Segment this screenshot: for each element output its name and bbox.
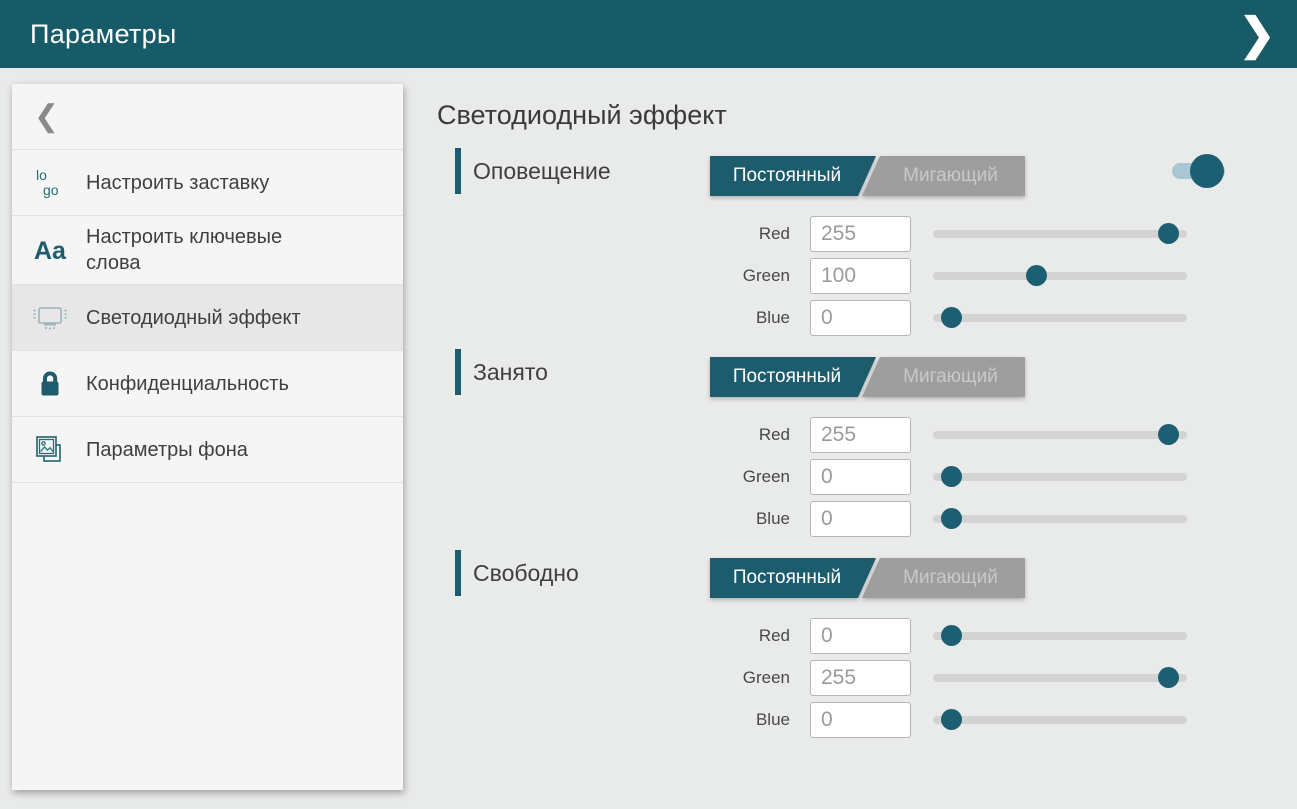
mode-option-blinking[interactable]: Мигающий	[862, 558, 1025, 598]
slider-thumb[interactable]	[941, 307, 962, 328]
svg-text:lo: lo	[36, 167, 47, 183]
svg-text:go: go	[43, 182, 59, 198]
slider-row-red: Red	[437, 417, 1197, 453]
slider-row-blue: Blue	[437, 501, 1197, 537]
blue-value-input[interactable]	[810, 702, 911, 738]
red-value-input[interactable]	[810, 417, 911, 453]
green-slider[interactable]	[933, 258, 1187, 294]
slider-label: Green	[437, 266, 790, 286]
sidebar-item-label: Настроить ключевые слова	[86, 224, 316, 276]
slider-label: Blue	[437, 509, 790, 529]
sidebar-item-led-effect[interactable]: Светодиодный эффект	[12, 285, 403, 351]
slider-track	[933, 632, 1187, 640]
section-accent-bar	[455, 349, 461, 395]
section-accent-bar	[455, 148, 461, 194]
slider-row-blue: Blue	[437, 702, 1197, 738]
slider-thumb[interactable]	[941, 625, 962, 646]
mode-segmented-control: Постоянный Мигающий	[710, 558, 1025, 598]
blue-slider[interactable]	[933, 501, 1187, 537]
logo-icon: lo go	[30, 165, 70, 201]
keywords-icon: Aa	[30, 232, 70, 268]
slider-row-green: Green	[437, 258, 1197, 294]
sidebar-item-label: Настроить заставку	[86, 170, 269, 196]
slider-row-green: Green	[437, 459, 1197, 495]
section-busy: Занято Постоянный Мигающий Red Green Blu…	[437, 349, 1207, 549]
blue-value-input[interactable]	[810, 300, 911, 336]
green-value-input[interactable]	[810, 660, 911, 696]
content-title: Светодиодный эффект	[437, 100, 727, 131]
toggle-knob	[1190, 154, 1224, 188]
red-slider[interactable]	[933, 417, 1187, 453]
slider-row-blue: Blue	[437, 300, 1197, 336]
mode-segmented-control: Постоянный Мигающий	[710, 357, 1025, 397]
page-title: Параметры	[30, 19, 177, 50]
section-name: Занято	[473, 349, 548, 395]
section-alert: Оповещение Постоянный Мигающий Red Green…	[437, 148, 1207, 348]
alert-enabled-toggle[interactable]	[1172, 163, 1225, 179]
green-slider[interactable]	[933, 660, 1187, 696]
section-name: Свободно	[473, 550, 579, 596]
green-value-input[interactable]	[810, 459, 911, 495]
slider-row-green: Green	[437, 660, 1197, 696]
mode-option-constant[interactable]: Постоянный	[710, 558, 876, 598]
green-value-input[interactable]	[810, 258, 911, 294]
slider-row-red: Red	[437, 618, 1197, 654]
settings-sidebar: ❮ lo go Настроить заставку Aa Настроить …	[12, 84, 403, 790]
slider-row-red: Red	[437, 216, 1197, 252]
red-slider[interactable]	[933, 216, 1187, 252]
sidebar-item-splash-screen[interactable]: lo go Настроить заставку	[12, 150, 403, 216]
slider-track	[933, 674, 1187, 682]
background-images-icon	[30, 432, 70, 468]
slider-thumb[interactable]	[1026, 265, 1047, 286]
slider-track	[933, 473, 1187, 481]
led-screen-icon	[30, 300, 70, 336]
slider-thumb[interactable]	[1158, 424, 1179, 445]
sidebar-item-keywords[interactable]: Aa Настроить ключевые слова	[12, 216, 403, 285]
slider-thumb[interactable]	[1158, 667, 1179, 688]
slider-thumb[interactable]	[1158, 223, 1179, 244]
slider-thumb[interactable]	[941, 466, 962, 487]
slider-track	[933, 272, 1187, 280]
slider-label: Green	[437, 668, 790, 688]
section-accent-bar	[455, 550, 461, 596]
slider-track	[933, 431, 1187, 439]
slider-label: Red	[437, 626, 790, 646]
collapse-panel-icon[interactable]: ❯	[1233, 0, 1281, 68]
sidebar-item-label: Параметры фона	[86, 437, 248, 463]
svg-text:Aa: Aa	[34, 237, 67, 265]
sidebar-back-button[interactable]: ❮	[12, 84, 403, 150]
slider-label: Red	[437, 425, 790, 445]
mode-option-blinking[interactable]: Мигающий	[862, 156, 1025, 196]
sidebar-item-background[interactable]: Параметры фона	[12, 417, 403, 483]
mode-option-blinking[interactable]: Мигающий	[862, 357, 1025, 397]
slider-track	[933, 515, 1187, 523]
slider-track	[933, 314, 1187, 322]
slider-label: Green	[437, 467, 790, 487]
app-header: Параметры ❯	[0, 0, 1297, 68]
sidebar-item-label: Светодиодный эффект	[86, 305, 301, 331]
slider-track	[933, 716, 1187, 724]
red-slider[interactable]	[933, 618, 1187, 654]
section-name: Оповещение	[473, 148, 611, 194]
slider-label: Blue	[437, 710, 790, 730]
chevron-left-icon: ❮	[34, 99, 59, 134]
slider-track	[933, 230, 1187, 238]
mode-segmented-control: Постоянный Мигающий	[710, 156, 1025, 196]
mode-option-constant[interactable]: Постоянный	[710, 357, 876, 397]
slider-label: Red	[437, 224, 790, 244]
sidebar-item-privacy[interactable]: Конфиденциальность	[12, 351, 403, 417]
red-value-input[interactable]	[810, 618, 911, 654]
section-free: Свободно Постоянный Мигающий Red Green B…	[437, 550, 1207, 750]
red-value-input[interactable]	[810, 216, 911, 252]
lock-icon	[30, 366, 70, 402]
mode-option-constant[interactable]: Постоянный	[710, 156, 876, 196]
sidebar-item-label: Конфиденциальность	[86, 371, 289, 397]
slider-label: Blue	[437, 308, 790, 328]
blue-slider[interactable]	[933, 702, 1187, 738]
blue-value-input[interactable]	[810, 501, 911, 537]
green-slider[interactable]	[933, 459, 1187, 495]
slider-thumb[interactable]	[941, 508, 962, 529]
slider-thumb[interactable]	[941, 709, 962, 730]
blue-slider[interactable]	[933, 300, 1187, 336]
